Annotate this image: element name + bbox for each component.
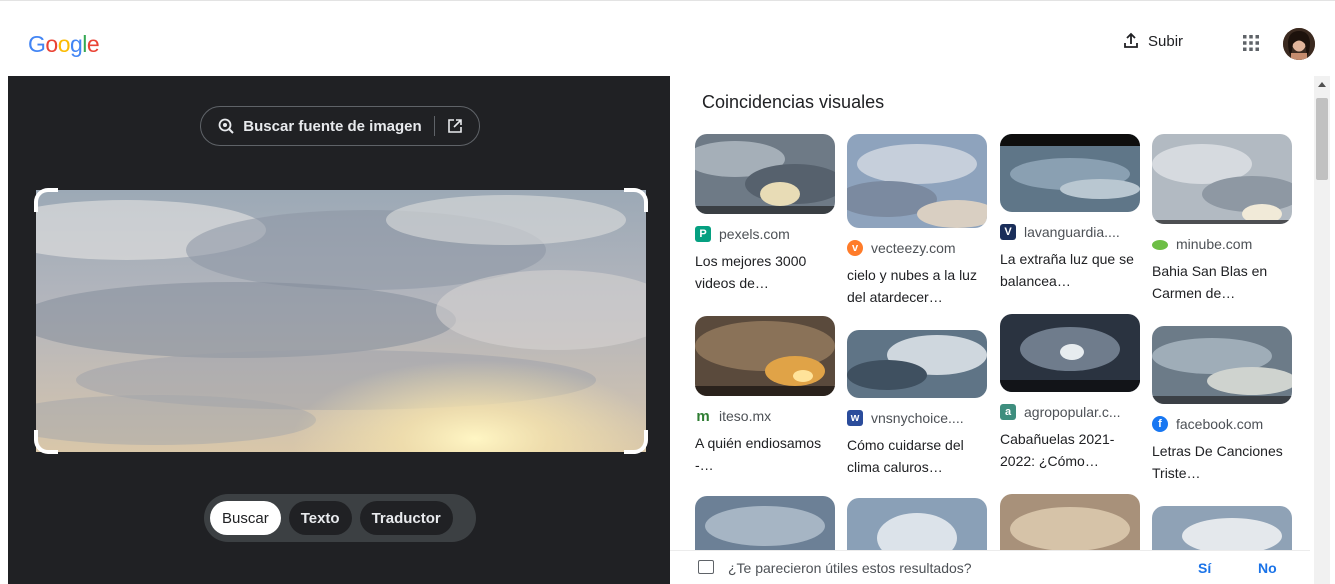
result-card[interactable] [1000,494,1140,550]
result-thumbnail[interactable] [1000,494,1140,550]
results-grid: Coincidencias visuales P pexels.com Los … [670,76,1310,550]
result-title[interactable]: Bahia San Blas en Carmen de… [1152,260,1288,304]
result-title[interactable]: Los mejores 3000 videos de… [695,250,831,294]
results-scrollbar[interactable] [1314,76,1330,584]
account-avatar[interactable] [1283,28,1315,60]
divider [433,116,435,136]
favicon-icon: P [695,226,711,242]
result-title[interactable]: La extraña luz que se balancea… [1000,248,1136,292]
mode-search-button[interactable]: Buscar [210,501,281,535]
result-title[interactable]: Letras De Canciones Triste… [1152,440,1288,484]
logo-letter: o [45,31,58,57]
result-site: minube.com [1176,236,1253,252]
results-panel: Coincidencias visuales P pexels.com Los … [670,76,1335,584]
result-thumbnail[interactable] [695,134,835,214]
result-card[interactable] [695,496,835,550]
result-thumbnail[interactable] [1152,506,1292,550]
result-site: lavanguardia.... [1024,224,1120,240]
result-thumbnail[interactable] [695,316,835,396]
lens-search-icon [218,118,235,134]
favicon-icon: m [696,408,710,424]
find-image-source-button[interactable]: Buscar fuente de imagen [200,106,480,146]
favicon-icon: V [1000,224,1016,240]
result-card[interactable]: minube.com Bahia San Blas en Carmen de… [1152,134,1292,304]
image-panel: Buscar fuente de imagen Buscar Texto Tra… [8,76,670,584]
result-thumbnail[interactable] [1000,314,1140,392]
upload-icon [1124,32,1138,48]
apps-grid-icon[interactable] [1242,34,1260,52]
upload-button[interactable]: Subir [1122,32,1183,50]
result-card[interactable]: V lavanguardia.... La extraña luz que se… [1000,134,1140,292]
scrollbar-thumb[interactable] [1316,98,1328,180]
favicon-icon: w [847,410,863,426]
result-source[interactable]: P pexels.com [695,226,835,242]
result-title[interactable]: Cómo cuidarse del clima caluros… [847,434,983,478]
mode-text-button[interactable]: Texto [288,501,352,535]
result-card[interactable]: P pexels.com Los mejores 3000 videos de… [695,134,835,294]
result-site: agropopular.c... [1024,404,1121,420]
result-thumbnail[interactable] [847,134,987,228]
result-card[interactable]: w vnsnychoice.... Cómo cuidarse del clim… [847,330,987,478]
open-in-new-icon [447,119,462,133]
feedback-question: ¿Te parecieron útiles estos resultados? [728,560,972,576]
result-source[interactable]: minube.com [1152,236,1292,252]
result-thumbnail[interactable] [847,498,987,550]
result-source[interactable]: m iteso.mx [695,408,835,424]
result-site: pexels.com [719,226,790,242]
result-card[interactable]: f facebook.com Letras De Canciones Trist… [1152,326,1292,484]
avatar-image [1283,28,1315,60]
logo-letter: e [86,31,100,57]
result-card[interactable]: v vecteezy.com cielo y nubes a la luz de… [847,134,987,308]
result-thumbnail[interactable] [1000,134,1140,212]
favicon-icon: a [1000,404,1016,420]
feedback-icon [698,560,714,574]
result-site: iteso.mx [719,408,772,424]
result-source[interactable]: V lavanguardia.... [1000,224,1140,240]
result-source[interactable]: v vecteezy.com [847,240,987,256]
scroll-up-arrow-icon[interactable] [1318,82,1326,87]
logo-letter: g [69,31,83,57]
result-source[interactable]: f facebook.com [1152,416,1292,432]
result-source[interactable]: a agropopular.c... [1000,404,1140,420]
result-source[interactable]: w vnsnychoice.... [847,410,987,426]
result-site: vecteezy.com [871,240,956,256]
result-thumbnail[interactable] [1152,326,1292,404]
selected-image-crop[interactable] [34,188,648,454]
result-thumbnail[interactable] [847,330,987,398]
query-image [36,190,646,452]
feedback-bar: ¿Te parecieron útiles estos resultados? … [670,550,1310,584]
result-title[interactable]: A quién endiosamos -… [695,432,831,476]
result-card[interactable] [847,498,987,550]
favicon-icon [1152,236,1168,252]
feedback-yes-button[interactable]: Sí [1198,560,1211,576]
favicon-icon: v [847,240,863,256]
mode-translate-button[interactable]: Traductor [359,501,453,535]
top-bar: Google Subir [0,0,1335,76]
logo-letter: G [28,31,46,57]
logo-letter: o [57,31,71,57]
result-title[interactable]: cielo y nubes a la luz del atardecer… [847,264,983,308]
section-title: Coincidencias visuales [702,92,885,112]
result-site: facebook.com [1176,416,1264,432]
crop-handle-top-left[interactable] [34,188,58,212]
result-site: vnsnychoice.... [871,410,964,426]
upload-label: Subir [1148,32,1184,50]
feedback-no-button[interactable]: No [1258,560,1277,576]
favicon-icon: f [1152,416,1168,432]
find-image-source-label: Buscar fuente de imagen [243,117,422,135]
google-logo[interactable]: Google [28,31,100,58]
mode-switcher: Buscar Texto Traductor [204,494,476,542]
result-card[interactable]: a agropopular.c... Cabañuelas 2021-2022:… [1000,314,1140,472]
result-card[interactable] [1152,506,1292,550]
result-thumbnail[interactable] [695,496,835,550]
result-card[interactable]: m iteso.mx A quién endiosamos -… [695,316,835,476]
result-title[interactable]: Cabañuelas 2021-2022: ¿Cómo… [1000,428,1136,472]
result-thumbnail[interactable] [1152,134,1292,224]
